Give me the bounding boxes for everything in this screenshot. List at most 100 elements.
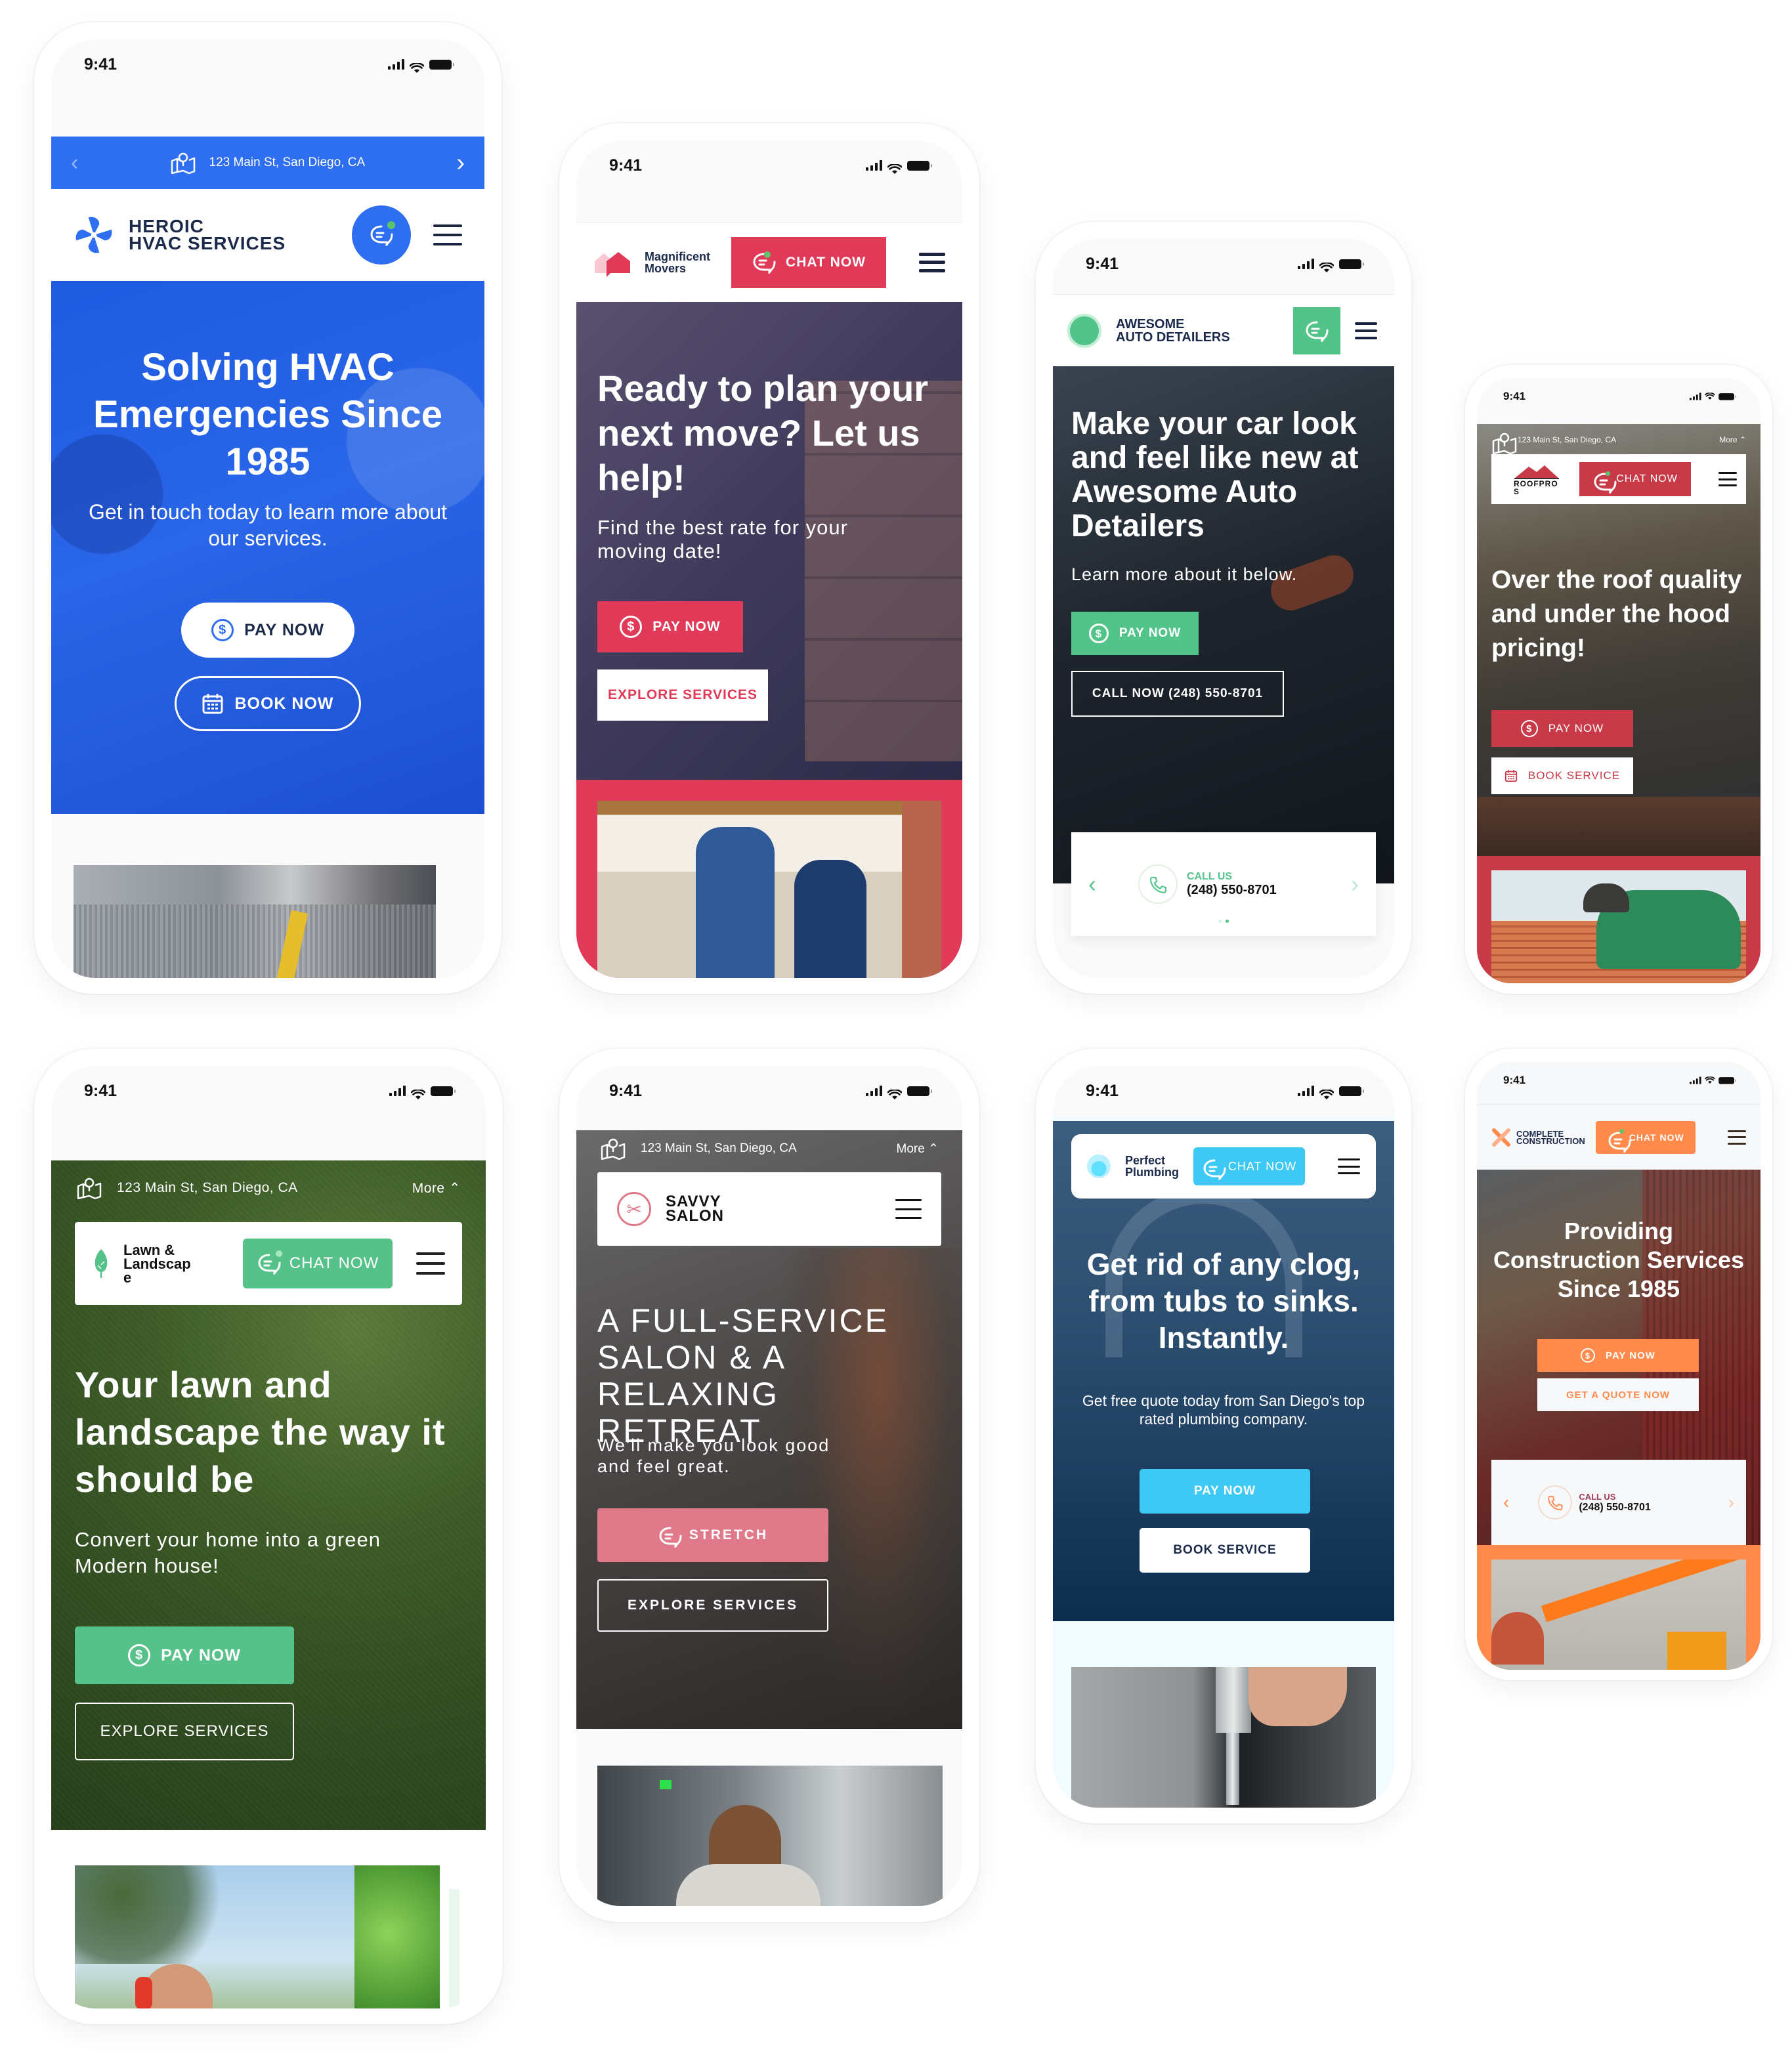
phone-mockup-roof: 9:41 123 Main St, San Diego, CA More ⌃ R… xyxy=(1465,365,1772,994)
chat-now-button[interactable]: CHAT NOW xyxy=(731,236,887,288)
hero-section: Ready to plan your next move? Let us hel… xyxy=(576,302,962,780)
more-toggle[interactable]: More ⌃ xyxy=(1719,435,1746,444)
carousel-next-icon[interactable]: › xyxy=(1728,1492,1734,1513)
menu-icon[interactable] xyxy=(433,224,462,245)
pay-now-button[interactable]: $ PAY NOW xyxy=(1537,1339,1699,1372)
chat-icon xyxy=(1202,1158,1222,1175)
status-time: 9:41 xyxy=(84,54,117,74)
hero-subheadline: Get free quote today from San Diego's to… xyxy=(1082,1392,1365,1428)
address-text: 123 Main St, San Diego, CA xyxy=(117,1180,298,1195)
pay-now-button[interactable]: $ PAY NOW xyxy=(1491,710,1633,747)
carousel-next-icon[interactable]: › xyxy=(1351,870,1359,898)
chat-now-button[interactable]: CHAT NOW xyxy=(1579,462,1691,496)
chevron-right-icon[interactable]: › xyxy=(456,149,465,177)
menu-icon[interactable] xyxy=(895,1199,922,1219)
chat-button[interactable] xyxy=(1293,307,1340,354)
call-us-label: CALL US xyxy=(1579,1491,1616,1502)
signal-icon xyxy=(866,160,882,171)
scissors-logo-icon: ✂ xyxy=(617,1192,651,1226)
house-logo-icon xyxy=(593,248,634,277)
phone-icon xyxy=(1138,864,1178,904)
book-service-button[interactable]: BOOK SERVICE xyxy=(1140,1528,1310,1573)
address-bar: ‹ 123 Main St, San Diego, CA › xyxy=(51,137,484,189)
carousel-prev-icon[interactable]: ‹ xyxy=(1503,1492,1509,1513)
chat-now-button[interactable]: CHAT NOW xyxy=(243,1239,393,1288)
menu-icon[interactable] xyxy=(1338,1158,1360,1174)
status-bar: 9:41 xyxy=(576,1066,962,1116)
phone-screen: 9:41 123 Main St, San Diego, CA More ⌃ ✂… xyxy=(576,1066,962,1906)
more-toggle[interactable]: More ⌃ xyxy=(897,1141,939,1157)
wifi-icon xyxy=(887,1086,902,1096)
phone-mockup-construction: 9:41 COMPLETE CONSTRUCTION CHAT NOW Prov… xyxy=(1465,1049,1772,1680)
photo-section xyxy=(1477,856,1760,983)
explore-services-button[interactable]: EXPLORE SERVICES xyxy=(597,1579,828,1632)
hvac-technician-photo xyxy=(74,865,436,978)
menu-icon[interactable] xyxy=(919,252,945,272)
signal-icon xyxy=(866,1086,882,1096)
phone-screen: 9:41 COMPLETE CONSTRUCTION CHAT NOW Prov… xyxy=(1477,1062,1760,1670)
chat-button[interactable] xyxy=(352,205,411,265)
wifi-icon xyxy=(410,59,424,70)
site-header: ROOFPRO S CHAT NOW xyxy=(1491,454,1746,504)
carousel-dot[interactable] xyxy=(1218,920,1222,923)
menu-icon[interactable] xyxy=(1728,1130,1746,1145)
map-pin-icon xyxy=(600,1137,626,1160)
stretch-button[interactable]: STRETCH xyxy=(597,1508,828,1562)
pay-now-button[interactable]: $ PAY NOW xyxy=(597,601,743,652)
pay-now-button[interactable]: PAY NOW xyxy=(1140,1469,1310,1514)
more-toggle[interactable]: More ⌃ xyxy=(412,1180,461,1197)
chevron-left-icon[interactable]: ‹ xyxy=(71,150,78,176)
status-bar: 9:41 xyxy=(1477,1062,1760,1099)
explore-services-button[interactable]: EXPLORE SERVICES xyxy=(75,1703,294,1760)
carousel-prev-icon[interactable]: ‹ xyxy=(1088,870,1096,898)
status-time: 9:41 xyxy=(609,1081,643,1100)
pay-now-button[interactable]: $ PAY NOW xyxy=(75,1626,294,1684)
wifi-icon xyxy=(1705,1076,1715,1084)
hero-headline: Make your car look and feel like new at … xyxy=(1071,406,1359,543)
call-us-number[interactable]: (248) 550-8701 xyxy=(1579,1502,1650,1514)
online-dot-icon xyxy=(1619,1128,1624,1134)
logo-line-2: CONSTRUCTION xyxy=(1516,1136,1585,1146)
status-time: 9:41 xyxy=(1503,1074,1526,1086)
carousel-dots xyxy=(1218,920,1229,923)
online-dot-icon xyxy=(276,1250,282,1257)
book-now-button[interactable]: BOOK NOW xyxy=(175,676,361,731)
explore-services-button[interactable]: EXPLORE SERVICES xyxy=(597,669,768,721)
hero-headline: Solving HVAC Emergencies Since 1985 xyxy=(93,346,442,483)
dollar-icon: $ xyxy=(128,1644,151,1666)
book-service-button[interactable]: BOOK SERVICE xyxy=(1491,757,1633,794)
hero-headline: Your lawn and landscape the way it shoul… xyxy=(75,1364,446,1500)
carousel-dot-active[interactable] xyxy=(1226,920,1229,923)
phone-mockup-auto: 9:41 AWESOME AUTO DETAILERS Make your ca… xyxy=(1036,222,1411,994)
circle-logo-icon xyxy=(1070,316,1099,345)
phone-mockup-salon: 9:41 123 Main St, San Diego, CA More ⌃ ✂… xyxy=(559,1049,979,1922)
online-dot-icon xyxy=(1606,471,1610,476)
battery-icon xyxy=(1339,1086,1364,1096)
phone-mockup-hvac: 9:41 ‹ 123 Main St, San Diego, CA › HERO… xyxy=(34,22,501,994)
phone-screen: 9:41 123 Main St, San Diego, CA More ⌃ L… xyxy=(51,1066,486,2008)
menu-icon[interactable] xyxy=(416,1252,445,1275)
menu-icon[interactable] xyxy=(1355,322,1377,339)
status-bar: 9:41 xyxy=(1477,378,1760,415)
signal-icon xyxy=(1298,1086,1314,1096)
dollar-icon: $ xyxy=(1581,1348,1596,1363)
chat-now-button[interactable]: CHAT NOW xyxy=(1193,1147,1305,1185)
battery-icon xyxy=(1718,1076,1736,1084)
hero-subheadline: Learn more about it below. xyxy=(1071,564,1298,584)
wifi-icon xyxy=(1319,1086,1334,1096)
online-dot-icon xyxy=(387,221,395,229)
hero-decor xyxy=(1477,797,1760,856)
menu-icon[interactable] xyxy=(1718,472,1737,486)
photo-section xyxy=(576,780,962,978)
chat-icon xyxy=(1304,320,1329,342)
get-a-quote-button[interactable]: GET A QUOTE NOW xyxy=(1537,1378,1699,1411)
chat-now-button[interactable]: CHAT NOW xyxy=(1595,1120,1696,1154)
online-dot-icon xyxy=(764,251,771,258)
wifi-icon xyxy=(1705,393,1715,400)
call-now-button[interactable]: CALL NOW (248) 550-8701 xyxy=(1071,671,1284,717)
pay-now-button[interactable]: $ PAY NOW xyxy=(1071,612,1199,655)
phone-screen: 9:41 ‹ 123 Main St, San Diego, CA › HERO… xyxy=(51,39,484,978)
call-us-number[interactable]: (248) 550-8701 xyxy=(1187,883,1277,898)
status-bar: 9:41 xyxy=(51,1066,486,1116)
pay-now-button[interactable]: $ PAY NOW xyxy=(181,603,354,658)
